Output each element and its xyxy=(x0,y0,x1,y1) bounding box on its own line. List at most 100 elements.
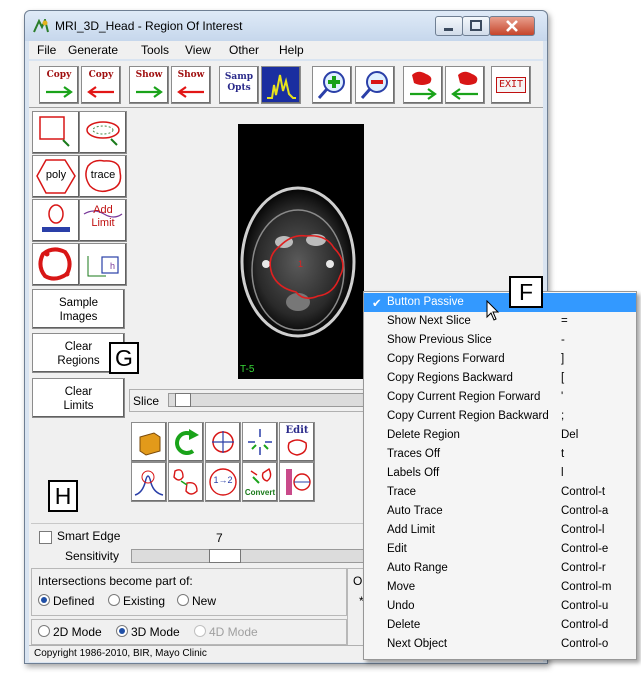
menu-item[interactable]: Auto Trace Control-a xyxy=(364,502,636,521)
menu-item-shortcut: = xyxy=(561,315,568,327)
radio-4d-mode: 4D Mode xyxy=(194,625,258,639)
menu-item[interactable]: Copy Current Region Forward ' xyxy=(364,388,636,407)
limits-label: Limits xyxy=(63,400,94,412)
menu-item[interactable]: Next Object Control-o xyxy=(364,635,636,654)
menu-item-shortcut: ' xyxy=(561,391,564,403)
region-stats-button[interactable] xyxy=(279,462,315,502)
split-region-button[interactable] xyxy=(168,462,204,502)
convert-button[interactable]: Convert xyxy=(242,462,278,502)
region-forward-button[interactable] xyxy=(403,66,443,104)
samp-opts-button[interactable]: Samp Opts xyxy=(219,66,259,104)
close-icon xyxy=(506,20,518,32)
slice-label: T-5 xyxy=(240,364,255,375)
menu-item[interactable]: Trace Control-t xyxy=(364,483,636,502)
title-bar[interactable]: MRI_3D_Head - Region Of Interest xyxy=(25,11,547,41)
radio-4d-label: 4D Mode xyxy=(209,625,258,639)
menu-item[interactable]: Undo Control-u xyxy=(364,597,636,616)
sensitivity-slider-thumb[interactable] xyxy=(209,549,241,563)
opts-label: Opts xyxy=(227,83,251,93)
menu-item[interactable]: Delete Region Del xyxy=(364,426,636,445)
smart-edge-panel: Smart Edge 7 Sensitivity xyxy=(31,523,391,565)
copy-forward-button[interactable]: Copy xyxy=(39,66,79,104)
profile-button[interactable] xyxy=(131,462,167,502)
menu-item-label: Button Passive xyxy=(387,296,464,308)
radio-existing[interactable]: Existing xyxy=(108,594,165,608)
menu-generate[interactable]: Generate xyxy=(68,43,118,57)
menu-item[interactable]: Show Previous Slice - xyxy=(364,331,636,350)
menu-item[interactable]: Copy Current Region Backward; xyxy=(364,407,636,426)
menu-item-label: Move xyxy=(387,581,416,593)
radio-3d-mode[interactable]: 3D Mode xyxy=(116,625,180,639)
auto-trace-icon xyxy=(38,247,72,281)
radio-defined[interactable]: Defined xyxy=(38,594,94,608)
slice-slider-track[interactable] xyxy=(168,393,388,407)
menu-item[interactable]: Edit Control-e xyxy=(364,540,636,559)
exit-button[interactable]: EXIT xyxy=(491,66,531,104)
smart-edge-checkbox[interactable] xyxy=(39,531,52,544)
trace-label: trace xyxy=(90,169,116,181)
add-limit-button[interactable]: Add Limit xyxy=(79,199,127,242)
menu-help[interactable]: Help xyxy=(279,43,304,57)
maximize-button[interactable] xyxy=(462,16,490,36)
zoom-in-button[interactable] xyxy=(312,66,352,104)
threshold-icon xyxy=(42,204,70,232)
clear-limits-button[interactable]: Clear Limits xyxy=(32,378,125,418)
copy-backward-button[interactable]: Copy xyxy=(81,66,121,104)
move-region-icon xyxy=(212,431,234,453)
menu-item-label: Copy Current Region Backward xyxy=(387,410,549,422)
radio-new[interactable]: New xyxy=(177,594,216,608)
show-backward-button[interactable]: Show xyxy=(171,66,211,104)
region-backward-button[interactable] xyxy=(445,66,485,104)
mouse-cursor-icon xyxy=(486,300,500,321)
move-limit-button[interactable]: h xyxy=(79,243,127,286)
slice-slider-thumb[interactable] xyxy=(175,393,191,407)
menu-item[interactable]: Delete Control-d xyxy=(364,616,636,635)
edit-region-button[interactable]: Edit xyxy=(279,422,315,462)
menu-item[interactable]: Auto Range Control-r xyxy=(364,559,636,578)
radio-3d-label: 3D Mode xyxy=(131,625,180,639)
ellipse-region-button[interactable] xyxy=(79,111,127,154)
rotate-button[interactable] xyxy=(168,422,204,462)
poly-button[interactable]: poly xyxy=(32,155,80,198)
histogram-button[interactable] xyxy=(261,66,301,104)
minimize-button[interactable] xyxy=(435,16,463,36)
menu-item-label: Traces Off xyxy=(387,448,441,460)
menu-item-shortcut: Control-l xyxy=(561,524,605,536)
show-forward-label: Show xyxy=(135,70,163,80)
menu-item[interactable]: Labels Off l xyxy=(364,464,636,483)
menu-view[interactable]: View xyxy=(185,43,211,57)
scale-region-icon xyxy=(248,429,272,455)
menu-item[interactable]: Add Limit Control-l xyxy=(364,521,636,540)
convert-label: Convert xyxy=(244,488,276,497)
cube-view-button[interactable] xyxy=(131,422,167,462)
menu-item[interactable]: Traces Off t xyxy=(364,445,636,464)
menu-item[interactable]: Copy Regions Backward [ xyxy=(364,369,636,388)
auto-trace-button[interactable] xyxy=(32,243,80,286)
menu-item-shortcut: Control-a xyxy=(561,505,609,517)
menu-item[interactable]: Show Next Slice = xyxy=(364,312,636,331)
scale-region-button[interactable] xyxy=(242,422,278,462)
mode-panel: 2D Mode 3D Mode 4D Mode xyxy=(31,619,347,645)
menu-item[interactable]: Copy Regions Forward] xyxy=(364,350,636,369)
menu-item[interactable]: Move Control-m xyxy=(364,578,636,597)
menu-file[interactable]: File xyxy=(37,43,56,57)
rectangle-region-button[interactable] xyxy=(32,111,80,154)
show-forward-button[interactable]: Show xyxy=(129,66,169,104)
split-region-icon xyxy=(173,469,198,495)
zoom-out-button[interactable] xyxy=(355,66,395,104)
menu-tools[interactable]: Tools xyxy=(141,43,169,57)
trace-button[interactable]: trace xyxy=(79,155,127,198)
radio-3d-indicator xyxy=(116,625,128,637)
threshold-button[interactable] xyxy=(32,199,80,242)
radio-2d-mode[interactable]: 2D Mode xyxy=(38,625,102,639)
close-button[interactable] xyxy=(489,16,535,36)
cube-icon xyxy=(139,432,161,456)
mri-image-view[interactable]: 1 T-5 xyxy=(238,124,364,379)
edit-label: Edit xyxy=(285,425,309,436)
sample-images-button[interactable]: Sample Images xyxy=(32,289,125,329)
renumber-region-button[interactable]: 1→2 xyxy=(205,462,241,502)
menu-item[interactable]: ✔ Button Passive xyxy=(364,293,636,312)
sensitivity-slider-track[interactable] xyxy=(131,549,383,563)
menu-other[interactable]: Other xyxy=(229,43,259,57)
move-region-button[interactable] xyxy=(205,422,241,462)
